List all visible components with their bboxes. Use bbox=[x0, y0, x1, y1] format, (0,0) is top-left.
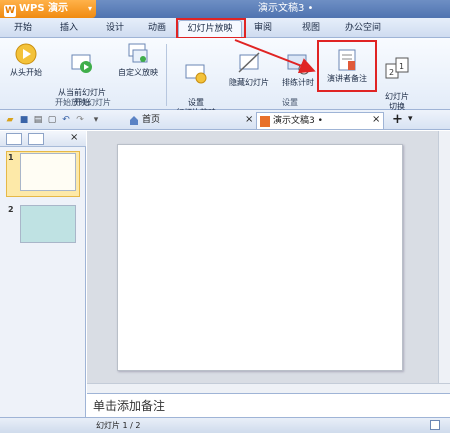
svg-text:1: 1 bbox=[399, 62, 404, 71]
setup-show-icon bbox=[185, 64, 207, 84]
highlight-box-tab bbox=[176, 18, 246, 39]
rehearse-timing-button[interactable]: 排练计时 bbox=[278, 52, 318, 88]
current-slide-canvas[interactable] bbox=[117, 144, 403, 371]
doc-tab-active-label: 演示文稿3 • bbox=[273, 116, 323, 126]
tab-office-space[interactable]: 办公空间 bbox=[338, 20, 388, 37]
wps-logo-icon: W bbox=[4, 5, 16, 17]
quick-access-bar: ▰ ■ ▤ ▢ ↶ ↷ ▾ 首页 × 演示文稿3 • × + ▾ bbox=[0, 110, 450, 130]
slide-transition-icon: 21 bbox=[385, 57, 409, 79]
doc-tab-active[interactable]: 演示文稿3 • bbox=[256, 112, 384, 129]
preview-icon[interactable]: ▢ bbox=[46, 114, 58, 126]
highlight-box-speaker-notes bbox=[317, 40, 377, 92]
slide-number: 2 bbox=[8, 205, 14, 214]
open-folder-icon[interactable]: ▰ bbox=[4, 114, 16, 126]
slide-editing-area: 1 bbox=[87, 131, 450, 393]
presentation-file-icon bbox=[260, 116, 270, 127]
title-bar: W WPS 演示 ▾ 演示文稿3 • bbox=[0, 0, 450, 18]
slide-thumbnail-1[interactable]: 1 bbox=[6, 151, 80, 197]
svg-text:2: 2 bbox=[389, 68, 394, 77]
group-separator bbox=[166, 44, 167, 106]
horizontal-scrollbar[interactable] bbox=[87, 383, 450, 393]
tab-design[interactable]: 设计 bbox=[100, 20, 130, 37]
new-tab-button[interactable]: + bbox=[392, 112, 403, 127]
slide-number: 1 bbox=[8, 153, 14, 162]
window-title: 演示文稿3 • bbox=[258, 3, 314, 14]
slide-thumbnail-2[interactable]: 2 bbox=[6, 203, 80, 247]
group-label-setup: 设置 bbox=[282, 98, 298, 107]
tab-animation[interactable]: 动画 bbox=[142, 20, 172, 37]
tab-insert[interactable]: 插入 bbox=[54, 20, 84, 37]
ribbon-panel: 从头开始 从当前幻灯片 开始 自定义放映 开始放映幻灯片 设置 幻灯片放映 隐藏… bbox=[0, 38, 450, 117]
custom-show-button[interactable]: 自定义放映 bbox=[114, 42, 162, 78]
notes-pane[interactable]: 单击添加备注 bbox=[87, 393, 450, 417]
play-from-start-label: 从头开始 bbox=[10, 68, 42, 77]
setup-show-button[interactable]: 设置 幻灯片放映 bbox=[172, 52, 220, 118]
close-pane-icon[interactable]: × bbox=[70, 132, 78, 143]
app-name: WPS 演示 bbox=[19, 3, 69, 14]
status-bar: 幻灯片 1 / 2 bbox=[0, 417, 450, 433]
undo-icon[interactable]: ↶ bbox=[60, 114, 72, 126]
doc-tab-home[interactable]: 首页 bbox=[126, 112, 246, 129]
play-icon bbox=[15, 43, 37, 65]
slide-play-icon bbox=[71, 54, 92, 73]
outline-tab-icon[interactable] bbox=[6, 133, 22, 145]
slide-preview bbox=[20, 153, 76, 191]
custom-show-label: 自定义放映 bbox=[118, 68, 158, 77]
rehearse-timing-label: 排练计时 bbox=[282, 78, 314, 87]
hide-slide-button[interactable]: 隐藏幻灯片 bbox=[226, 52, 272, 88]
tab-review[interactable]: 审阅 bbox=[248, 20, 278, 37]
play-from-start-button[interactable]: 从头开始 bbox=[6, 42, 46, 78]
pane-tab-bar: × bbox=[0, 131, 86, 147]
group-label-start-show: 开始放映幻灯片 bbox=[55, 98, 111, 107]
tab-dropdown-icon[interactable]: ▾ bbox=[408, 114, 413, 124]
tab-view[interactable]: 视图 bbox=[296, 20, 326, 37]
hide-slide-icon bbox=[238, 52, 260, 73]
slide-thumbnail-pane: × 1 2 bbox=[0, 131, 86, 417]
tab-home[interactable]: 开始 bbox=[8, 20, 38, 37]
doc-tab-home-label: 首页 bbox=[142, 115, 161, 125]
redo-icon[interactable]: ↷ bbox=[74, 114, 86, 126]
save-icon[interactable]: ■ bbox=[18, 114, 30, 126]
chevron-down-icon: ▾ bbox=[87, 4, 92, 13]
slides-tab-icon[interactable] bbox=[28, 133, 44, 145]
view-normal-icon[interactable] bbox=[430, 420, 440, 430]
vertical-scrollbar[interactable] bbox=[438, 131, 450, 383]
custom-show-icon bbox=[128, 43, 148, 63]
wps-app-menu-button[interactable]: W WPS 演示 ▾ bbox=[0, 0, 96, 18]
hide-slide-label: 隐藏幻灯片 bbox=[229, 78, 269, 87]
slide-preview bbox=[20, 205, 76, 243]
rehearse-timing-icon bbox=[287, 54, 310, 75]
slide-counter: 幻灯片 1 / 2 bbox=[96, 421, 141, 430]
close-home-tab-icon[interactable]: × bbox=[245, 114, 253, 125]
dropdown-icon[interactable]: ▾ bbox=[90, 114, 102, 126]
close-doc-tab-icon[interactable]: × bbox=[372, 114, 380, 125]
home-icon bbox=[130, 116, 138, 125]
print-icon[interactable]: ▤ bbox=[32, 114, 44, 126]
